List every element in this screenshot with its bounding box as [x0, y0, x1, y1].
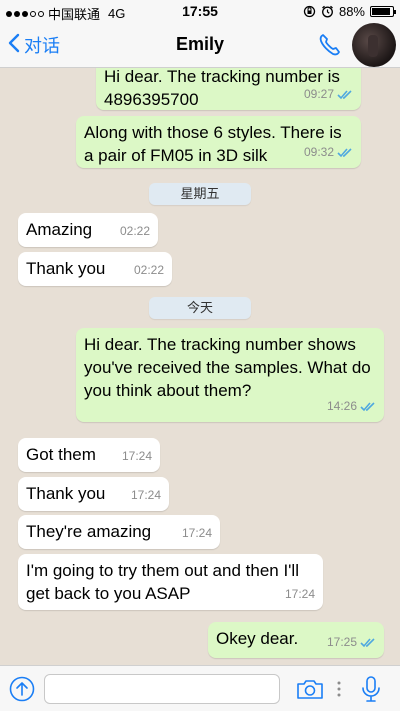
message-text: Got them: [26, 445, 96, 464]
message-incoming[interactable]: Got them 17:24: [18, 438, 160, 472]
microphone-button[interactable]: [360, 675, 382, 703]
message-time: 14:26: [326, 399, 357, 413]
chat-header: 对话 Emily: [0, 22, 400, 68]
message-time: 09:27: [303, 87, 334, 101]
status-bar: 中国联通 4G 17:55 88%: [0, 0, 400, 22]
attach-button[interactable]: [9, 676, 35, 702]
upload-icon: [9, 676, 35, 702]
read-receipt-icon: [337, 89, 352, 99]
alarm-icon: [322, 5, 333, 18]
phone-icon: [319, 34, 340, 56]
microphone-icon: [362, 676, 380, 702]
message-outgoing[interactable]: Hi dear. The tracking number shows you'v…: [76, 328, 384, 422]
back-button[interactable]: 对话: [8, 32, 60, 58]
back-button-label: 对话: [24, 36, 60, 56]
message-incoming[interactable]: Amazing 02:22: [18, 213, 158, 247]
message-meta: 17:24: [285, 583, 315, 606]
message-time: 17:24: [121, 449, 152, 463]
message-text: I'm going to try them out and then I'll …: [26, 561, 299, 603]
message-meta: 17:24: [131, 484, 161, 507]
message-meta: 17:24: [122, 445, 152, 468]
more-options-icon[interactable]: [336, 680, 342, 698]
message-time: 09:32: [303, 145, 334, 159]
message-time: 02:22: [133, 263, 164, 277]
message-incoming[interactable]: Thank you 02:22: [18, 252, 172, 286]
message-meta: 09:32: [304, 141, 353, 164]
date-separator: 星期五: [149, 183, 251, 205]
read-receipt-icon: [337, 147, 352, 157]
message-time: 17:24: [284, 587, 315, 601]
message-time: 17:24: [181, 526, 212, 540]
message-incoming[interactable]: Thank you 17:24: [18, 477, 169, 511]
message-outgoing[interactable]: Okey dear. 17:25: [208, 622, 384, 658]
message-time: 02:22: [119, 224, 150, 238]
orientation-lock-icon: [303, 5, 316, 18]
message-text: Thank you: [26, 259, 106, 278]
message-meta: 02:22: [120, 220, 150, 243]
message-incoming[interactable]: They're amazing 17:24: [18, 515, 220, 549]
date-separator: 今天: [149, 297, 251, 319]
camera-icon: [297, 680, 323, 699]
read-receipt-icon: [360, 401, 375, 411]
message-meta: 09:27: [304, 83, 353, 106]
message-time: 17:24: [130, 488, 161, 502]
message-outgoing[interactable]: Hi dear. The tracking number is 48963957…: [96, 68, 361, 110]
message-text: They're amazing: [26, 522, 152, 541]
message-text: Okey dear.: [216, 629, 299, 648]
camera-button[interactable]: [296, 678, 324, 700]
compose-bar: [0, 665, 400, 711]
message-meta: 02:22: [134, 259, 164, 282]
battery-icon: [370, 6, 396, 17]
message-list[interactable]: Hi dear. The tracking number is 48963957…: [0, 68, 400, 665]
battery-percent: 88%: [338, 4, 365, 19]
message-incoming[interactable]: I'm going to try them out and then I'll …: [18, 554, 323, 610]
call-button[interactable]: [316, 31, 344, 59]
message-meta: 17:24: [182, 522, 212, 545]
message-text: Thank you: [26, 484, 106, 503]
read-receipt-icon: [360, 637, 375, 647]
message-text: Amazing: [26, 220, 93, 239]
chevron-left-icon: [8, 33, 20, 58]
message-meta: 14:26: [327, 395, 376, 418]
avatar[interactable]: [352, 23, 396, 67]
message-outgoing[interactable]: Along with those 6 styles. There is a pa…: [76, 116, 361, 168]
message-time: 17:25: [326, 635, 357, 649]
message-text: Hi dear. The tracking number shows you'v…: [84, 335, 371, 400]
message-meta: 17:25: [327, 631, 376, 654]
message-input[interactable]: [44, 674, 280, 704]
status-right: 88%: [303, 4, 396, 19]
